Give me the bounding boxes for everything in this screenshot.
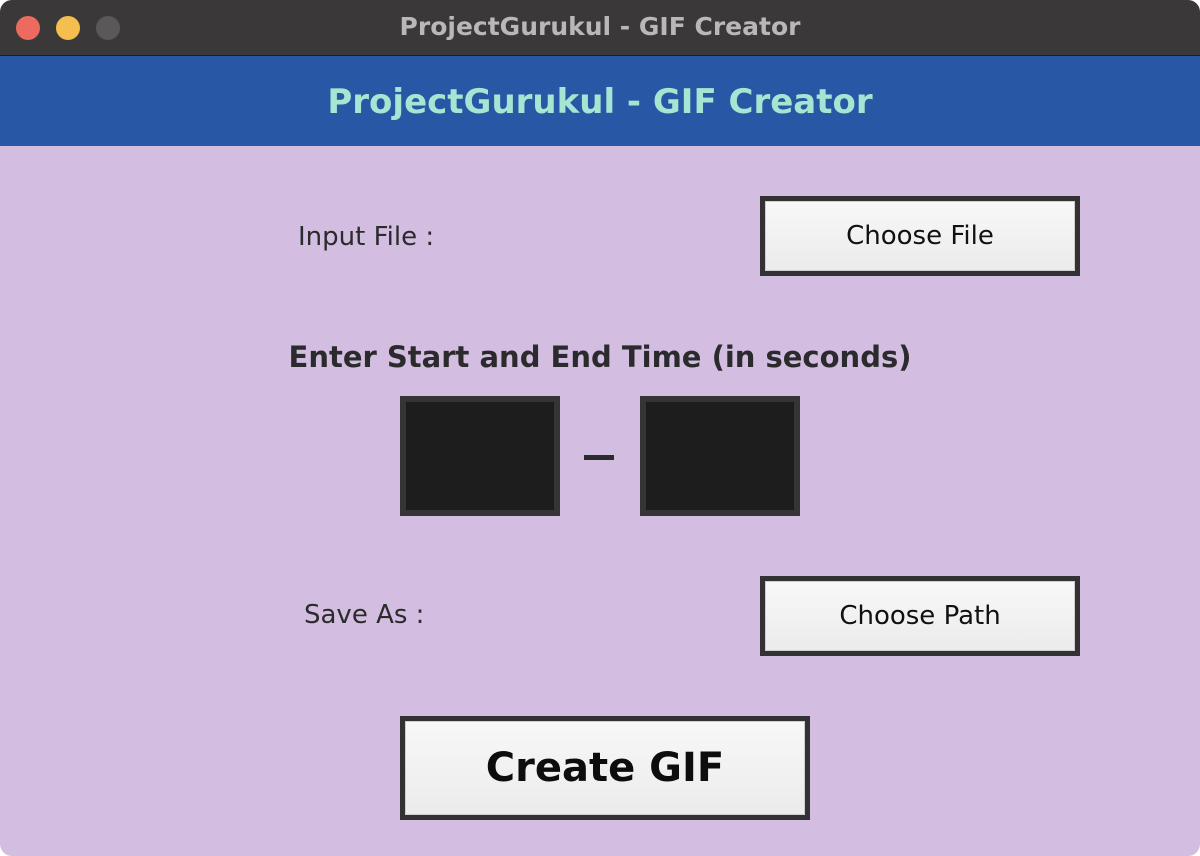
create-gif-button[interactable]: Create GIF xyxy=(400,716,810,820)
save-as-label: Save As : xyxy=(304,600,425,630)
choose-file-button-label: Choose File xyxy=(846,221,994,251)
choose-path-button[interactable]: Choose Path xyxy=(760,576,1080,656)
choose-path-button-label: Choose Path xyxy=(839,601,1001,631)
choose-file-button[interactable]: Choose File xyxy=(760,196,1080,276)
create-gif-button-label: Create GIF xyxy=(485,745,725,791)
title-bar[interactable]: ProjectGurukul - GIF Creator xyxy=(0,0,1200,56)
end-time-input[interactable] xyxy=(640,396,800,516)
window-title: ProjectGurukul - GIF Creator xyxy=(399,12,801,41)
header-banner: ProjectGurukul - GIF Creator xyxy=(0,56,1200,146)
range-dash-separator xyxy=(584,455,614,460)
input-file-label: Input File : xyxy=(298,222,435,252)
time-range-heading: Enter Start and End Time (in seconds) xyxy=(288,340,912,374)
start-time-input[interactable] xyxy=(400,396,560,516)
header-title: ProjectGurukul - GIF Creator xyxy=(327,82,873,122)
app-window: ProjectGurukul - GIF Creator ProjectGuru… xyxy=(0,0,1200,856)
